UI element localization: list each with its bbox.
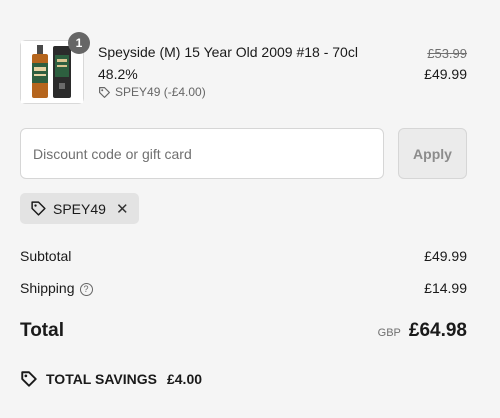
total-amount-group: GBP £64.98 (378, 320, 467, 342)
shipping-value: £14.99 (424, 280, 467, 296)
cart-line-item: 1 Speyside (M) 15 Year Old 2009 #18 - 70… (20, 32, 467, 104)
product-discount-label: SPEY49 (-£4.00) (115, 85, 206, 99)
product-abv: 48.2% (98, 66, 138, 82)
total-savings: TOTAL SAVINGS £4.00 (20, 370, 202, 388)
shipping-label: Shipping (20, 280, 75, 296)
total-value: £64.98 (408, 320, 467, 341)
subtotal-value: £49.99 (424, 248, 467, 264)
help-icon[interactable]: ? (79, 283, 93, 296)
subtotal-label: Subtotal (20, 248, 72, 264)
savings-value: £4.00 (166, 371, 203, 387)
shipping-label-group: Shipping? (20, 280, 93, 296)
savings-label: TOTAL SAVINGS (46, 371, 157, 387)
apply-button[interactable]: Apply (398, 128, 467, 179)
total-row: Total GBP £64.98 (20, 320, 467, 342)
discount-code-input[interactable] (20, 128, 384, 179)
applied-code-label: SPEY49 (53, 200, 106, 217)
subtotal-row: Subtotal £49.99 (20, 248, 467, 264)
total-label: Total (20, 320, 64, 341)
currency-code: GBP (377, 327, 401, 339)
product-title: Speyside (M) 15 Year Old 2009 #18 - 70cl (98, 44, 358, 60)
tag-icon (21, 371, 37, 387)
shipping-row: Shipping? £14.99 (20, 280, 467, 296)
applied-discount-chip: SPEY49 ✕ (20, 193, 139, 224)
remove-discount-icon[interactable]: ✕ (116, 200, 129, 218)
original-price: £53.99 (427, 46, 467, 61)
tag-icon (31, 201, 46, 216)
product-discount: SPEY49 (-£4.00) (98, 85, 206, 99)
quantity-badge: 1 (68, 32, 90, 54)
discounted-price: £49.99 (424, 66, 467, 82)
tag-icon (99, 86, 110, 98)
